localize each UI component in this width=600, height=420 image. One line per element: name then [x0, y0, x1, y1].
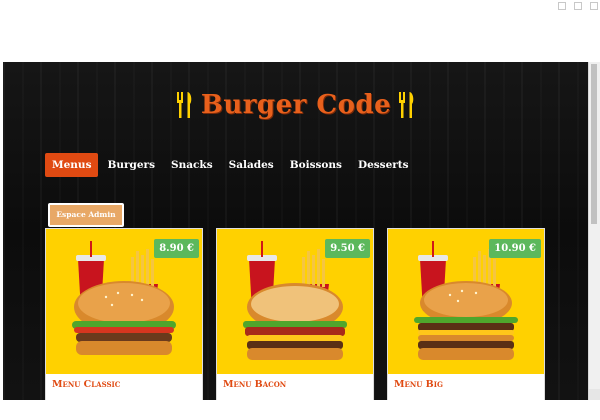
product-card[interactable]: 9.50 € Menu Bacon — [216, 228, 374, 400]
tab-salades[interactable]: Salades — [222, 153, 281, 177]
scrollbar-thumb[interactable] — [591, 64, 597, 224]
product-card[interactable]: 10.90 € Menu Big — [387, 228, 545, 400]
price-badge: 9.50 € — [325, 239, 370, 258]
site-title: Burger Code — [200, 90, 392, 120]
maximize-icon[interactable] — [574, 2, 582, 10]
product-title[interactable]: Menu Bacon — [223, 379, 286, 390]
category-nav: Menus Burgers Snacks Salades Boissons De… — [45, 153, 418, 177]
admin-button[interactable]: Espace Admin — [48, 203, 124, 227]
site-logo[interactable]: Burger Code — [3, 90, 589, 120]
minimize-icon[interactable] — [558, 2, 566, 10]
product-grid: 8.90 € Menu Classic 9.50 € Menu Bacon 10… — [45, 228, 545, 400]
fork-knife-icon — [399, 92, 414, 118]
price-badge: 10.90 € — [489, 239, 541, 258]
scroll-down-icon[interactable] — [589, 389, 600, 400]
page-main: Burger Code Menus Burgers Snacks Salades… — [3, 62, 589, 400]
product-card[interactable]: 8.90 € Menu Classic — [45, 228, 203, 400]
tab-boissons[interactable]: Boissons — [283, 153, 349, 177]
product-title[interactable]: Menu Classic — [52, 379, 120, 390]
tab-burgers[interactable]: Burgers — [100, 153, 162, 177]
tab-snacks[interactable]: Snacks — [164, 153, 220, 177]
tab-desserts[interactable]: Desserts — [351, 153, 416, 177]
close-icon[interactable] — [590, 2, 598, 10]
vertical-scrollbar[interactable] — [588, 62, 600, 400]
window-controls — [558, 2, 598, 10]
fork-knife-icon — [176, 92, 192, 118]
product-title[interactable]: Menu Big — [394, 379, 443, 390]
price-badge: 8.90 € — [154, 239, 199, 258]
tab-menus[interactable]: Menus — [45, 153, 99, 177]
